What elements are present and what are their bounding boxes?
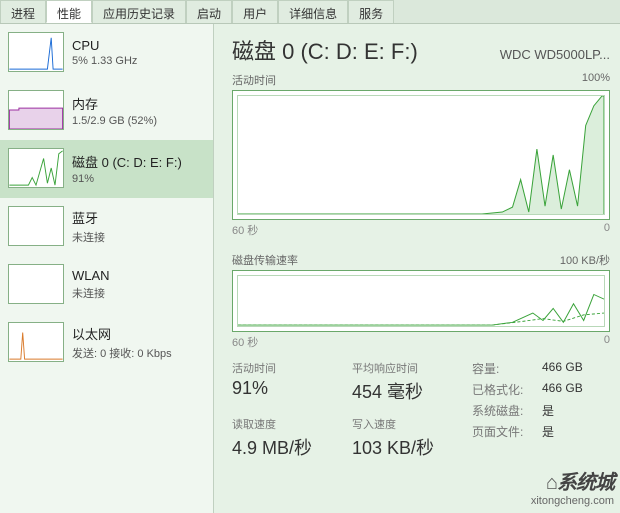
stat-resp-label: 平均响应时间 — [352, 360, 472, 376]
tab-details[interactable]: 详细信息 — [278, 0, 348, 23]
sidebar-item-label: 内存 — [72, 94, 157, 113]
sidebar-item-ethernet[interactable]: 以太网 发送: 0 接收: 0 Kbps — [0, 314, 213, 372]
stat-active-value: 91% — [232, 378, 352, 399]
sidebar: CPU 5% 1.33 GHz 内存 1.5/2.9 GB (52%) 磁盘 0… — [0, 24, 214, 513]
sidebar-item-sub: 未连接 — [72, 285, 110, 301]
disk-model: WDC WD5000LP... — [500, 47, 610, 62]
sidebar-item-label: WLAN — [72, 268, 110, 283]
graph2-max: 100 KB/秒 — [560, 252, 610, 268]
sidebar-item-label: 磁盘 0 (C: D: E: F:) — [72, 152, 182, 171]
page-title: 磁盘 0 (C: D: E: F:) — [232, 34, 418, 66]
sidebar-item-bluetooth[interactable]: 蓝牙 未连接 — [0, 198, 213, 256]
graph1-x-left: 60 秒 — [232, 222, 258, 238]
graph1-max: 100% — [582, 72, 610, 88]
sidebar-item-sub: 5% 1.33 GHz — [72, 55, 137, 67]
stat-resp-value: 454 毫秒 — [352, 378, 472, 404]
main-panel: 磁盘 0 (C: D: E: F:) WDC WD5000LP... 活动时间 … — [214, 24, 620, 513]
sidebar-item-sub: 发送: 0 接收: 0 Kbps — [72, 345, 172, 361]
disk-thumb-icon — [8, 148, 64, 188]
activity-graph — [232, 90, 610, 220]
stat-read-label: 读取速度 — [232, 416, 352, 432]
sidebar-item-label: CPU — [72, 38, 137, 53]
tab-bar: 进程 性能 应用历史记录 启动 用户 详细信息 服务 — [0, 0, 620, 24]
tab-processes[interactable]: 进程 — [0, 0, 46, 23]
ethernet-thumb-icon — [8, 322, 64, 362]
stat-active-label: 活动时间 — [232, 360, 352, 376]
disk-details: 容量:466 GB 已格式化:466 GB 系统磁盘:是 页面文件:是 — [472, 360, 610, 472]
sidebar-item-sub: 未连接 — [72, 229, 105, 245]
sidebar-item-label: 蓝牙 — [72, 208, 105, 227]
graph1-x-right: 0 — [604, 222, 610, 238]
wlan-thumb-icon — [8, 264, 64, 304]
sidebar-item-sub: 91% — [72, 173, 182, 185]
graph2-x-right: 0 — [604, 334, 610, 350]
graph2-title: 磁盘传输速率 — [232, 252, 298, 268]
graph1-title: 活动时间 — [232, 72, 276, 88]
stat-read-value: 4.9 MB/秒 — [232, 434, 352, 460]
tab-services[interactable]: 服务 — [348, 0, 394, 23]
sidebar-item-cpu[interactable]: CPU 5% 1.33 GHz — [0, 24, 213, 82]
watermark: ⌂系统城 xitongcheng.com — [531, 466, 614, 507]
bluetooth-thumb-icon — [8, 206, 64, 246]
sidebar-item-wlan[interactable]: WLAN 未连接 — [0, 256, 213, 314]
stat-write-value: 103 KB/秒 — [352, 434, 472, 460]
graph2-x-left: 60 秒 — [232, 334, 258, 350]
transfer-graph — [232, 270, 610, 332]
cpu-thumb-icon — [8, 32, 64, 72]
memory-thumb-icon — [8, 90, 64, 130]
tab-performance[interactable]: 性能 — [46, 0, 92, 23]
stat-write-label: 写入速度 — [352, 416, 472, 432]
sidebar-item-disk0[interactable]: 磁盘 0 (C: D: E: F:) 91% — [0, 140, 213, 198]
sidebar-item-label: 以太网 — [72, 324, 172, 343]
sidebar-item-memory[interactable]: 内存 1.5/2.9 GB (52%) — [0, 82, 213, 140]
tab-startup[interactable]: 启动 — [186, 0, 232, 23]
tab-users[interactable]: 用户 — [232, 0, 278, 23]
sidebar-item-sub: 1.5/2.9 GB (52%) — [72, 115, 157, 127]
tab-app-history[interactable]: 应用历史记录 — [92, 0, 186, 23]
